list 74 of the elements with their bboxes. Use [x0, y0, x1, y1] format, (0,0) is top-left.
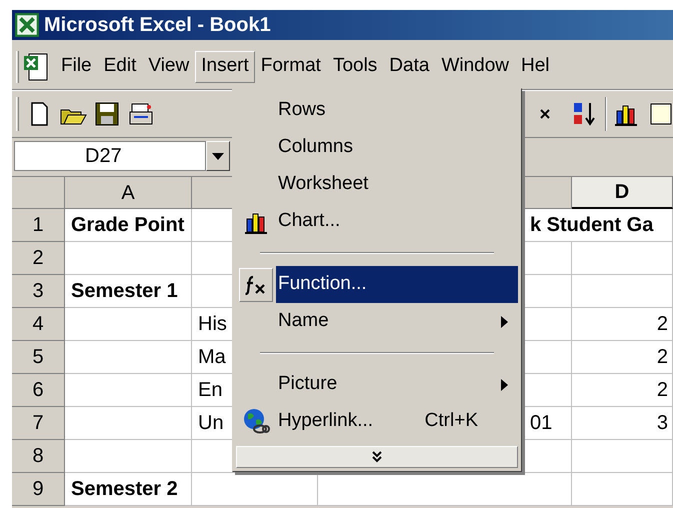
row-header[interactable]: 1: [12, 209, 65, 242]
table-cell[interactable]: [65, 440, 192, 473]
cell-text: 2: [656, 347, 668, 367]
cell-text: Semester 2: [71, 479, 178, 499]
menu-option[interactable]: Function...: [276, 266, 518, 303]
row-header[interactable]: 4: [12, 308, 65, 341]
table-cell[interactable]: [572, 440, 673, 473]
shortcut-text: Ctrl+K: [424, 409, 478, 434]
table-cell[interactable]: 2: [572, 341, 673, 374]
table-cell[interactable]: [572, 242, 673, 275]
table-cell[interactable]: [318, 473, 572, 506]
row-header[interactable]: 3: [12, 275, 65, 308]
menu-option[interactable]: Picture: [276, 366, 518, 403]
menu-item[interactable]: Tools: [326, 50, 384, 82]
menu-item[interactable]: Hel: [515, 50, 556, 82]
cell-text: 01: [530, 413, 552, 433]
cell-text: His: [198, 314, 227, 334]
menu-item[interactable]: View: [142, 50, 196, 82]
spreadsheet-icon: [14, 12, 40, 38]
table-cell[interactable]: Semester 2: [65, 473, 192, 506]
row-header[interactable]: 9: [12, 473, 65, 506]
corner-header[interactable]: [12, 177, 65, 209]
menu-item[interactable]: File: [55, 50, 98, 82]
menu-option[interactable]: Hyperlink... Ctrl+K: [276, 403, 518, 440]
menu-option[interactable]: Rows: [276, 92, 518, 129]
table-cell[interactable]: 3: [572, 407, 673, 440]
cell-text: Semester 1: [71, 281, 178, 301]
window-title: Microsoft Excel - Book1: [44, 13, 271, 38]
submenu-arrow-icon: [501, 316, 508, 328]
cell-text: En: [198, 380, 222, 400]
table-cell[interactable]: [65, 242, 192, 275]
menu-item[interactable]: Data: [383, 50, 436, 82]
menu-option[interactable]: Name: [276, 303, 518, 340]
menu-item[interactable]: Edit: [98, 50, 142, 82]
table-cell[interactable]: 2: [572, 308, 673, 341]
cell-text: Ma: [198, 347, 226, 367]
column-header[interactable]: A: [65, 177, 192, 209]
table-cell[interactable]: 2: [572, 374, 673, 407]
row-header[interactable]: 7: [12, 407, 65, 440]
column-header[interactable]: D: [572, 177, 673, 209]
table-cell[interactable]: Grade Point: [65, 209, 192, 242]
save-icon[interactable]: [93, 100, 121, 128]
cell-text: Un: [198, 413, 224, 433]
row-header[interactable]: 2: [12, 242, 65, 275]
function-icon: [239, 268, 273, 302]
table-cell[interactable]: [192, 473, 318, 506]
table-cell[interactable]: [65, 341, 192, 374]
expand-menu-button[interactable]: [236, 446, 518, 468]
table-cell[interactable]: [65, 407, 192, 440]
row-header[interactable]: 5: [12, 341, 65, 374]
table-cell[interactable]: Semester 1: [65, 275, 192, 308]
table-cell[interactable]: [572, 473, 673, 506]
menu-option[interactable]: Columns: [276, 129, 518, 166]
menu-item[interactable]: Window: [435, 50, 516, 82]
menu-option[interactable]: Worksheet: [276, 166, 518, 203]
submenu-arrow-icon: [501, 378, 508, 390]
table-cell[interactable]: [65, 308, 192, 341]
cell-text: Grade Point: [71, 215, 184, 235]
cell-text: 3: [656, 413, 668, 433]
menu-option[interactable]: Chart...: [276, 203, 518, 240]
cell-text: 2: [656, 380, 668, 400]
row-header[interactable]: 6: [12, 374, 65, 407]
cell-text: 2: [656, 314, 668, 334]
row-header[interactable]: 8: [12, 440, 65, 473]
globe-icon: [242, 408, 270, 436]
table-cell[interactable]: [572, 275, 673, 308]
caret-icon: [212, 152, 224, 160]
dropdown-button[interactable]: [206, 141, 230, 171]
menu-item[interactable]: Format: [254, 50, 327, 82]
chevron-double-down-icon: [372, 451, 382, 463]
table-cell[interactable]: [65, 374, 192, 407]
cell-text: k Student Ga: [530, 215, 654, 235]
menu-item[interactable]: Insert: [195, 50, 255, 82]
name-box[interactable]: D27: [14, 141, 206, 171]
